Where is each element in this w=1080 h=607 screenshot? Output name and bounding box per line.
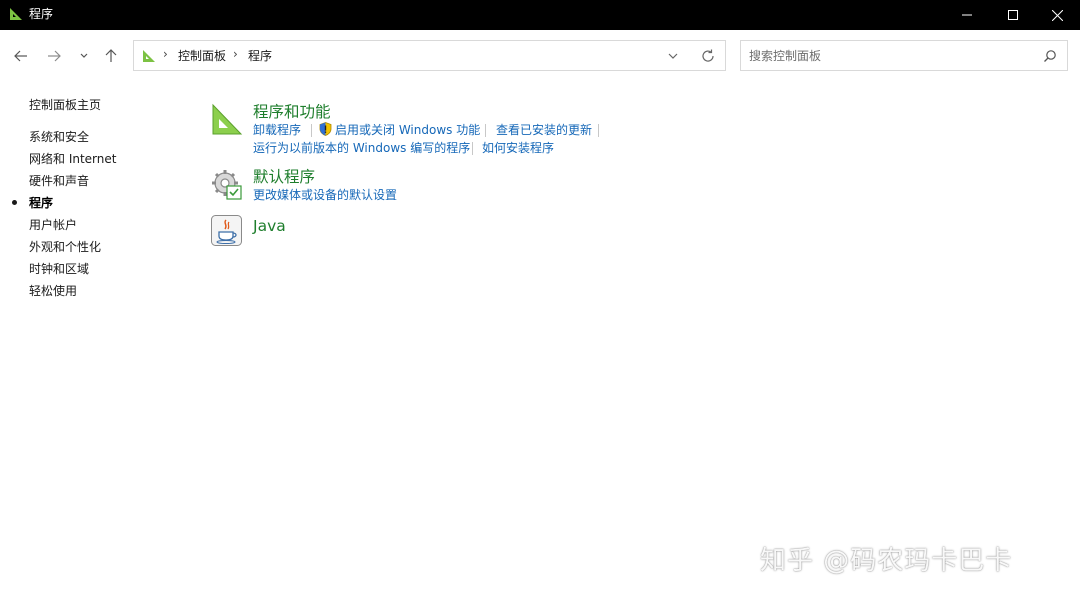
address-bar[interactable]: › 控制面板 › 程序: [133, 40, 726, 71]
sidebar-item-programs[interactable]: 程序: [29, 196, 53, 211]
breadcrumb-separator[interactable]: ›: [233, 47, 238, 61]
search-icon[interactable]: [1043, 49, 1057, 63]
default-programs-icon[interactable]: [210, 168, 244, 202]
programs-features-icon[interactable]: [210, 103, 244, 137]
current-item-indicator: [12, 200, 17, 205]
category-title-programs-features[interactable]: 程序和功能: [253, 103, 331, 121]
java-icon[interactable]: [210, 214, 244, 248]
maximize-button[interactable]: [990, 0, 1036, 30]
breadcrumb-programs[interactable]: 程序: [248, 49, 272, 63]
breadcrumb-separator: ›: [163, 47, 168, 61]
link-uninstall-program[interactable]: 卸载程序: [253, 123, 301, 137]
title-bar: 程序: [0, 0, 1080, 30]
minimize-button[interactable]: [944, 0, 990, 30]
uac-shield-icon: [319, 122, 332, 136]
watermark-text: 知乎 @码农玛卡巴卡: [760, 546, 1013, 576]
link-separator: [311, 124, 312, 137]
control-panel-programs-icon: [143, 50, 155, 62]
link-change-media-defaults[interactable]: 更改媒体或设备的默认设置: [253, 188, 397, 202]
sidebar-item-system-security[interactable]: 系统和安全: [29, 130, 89, 145]
breadcrumb-control-panel[interactable]: 控制面板: [178, 49, 226, 63]
back-button[interactable]: [9, 43, 33, 69]
search-box[interactable]: [740, 40, 1068, 71]
navigation-bar: › 控制面板 › 程序: [0, 30, 1080, 84]
sidebar-item-clock-region[interactable]: 时钟和区域: [29, 262, 89, 277]
recent-locations-button[interactable]: [72, 43, 96, 69]
link-view-installed-updates[interactable]: 查看已安装的更新: [496, 123, 592, 137]
sidebar-item-hardware-sound[interactable]: 硬件和声音: [29, 174, 89, 189]
close-button[interactable]: [1034, 0, 1080, 30]
sidebar-item-control-panel-home[interactable]: 控制面板主页: [29, 98, 101, 113]
category-title-java[interactable]: Java: [253, 217, 286, 235]
category-title-default-programs[interactable]: 默认程序: [253, 168, 315, 186]
search-input[interactable]: [749, 47, 1029, 64]
arrow-right-icon: [48, 50, 61, 62]
link-separator: [598, 124, 599, 137]
window-title: 程序: [29, 7, 54, 21]
close-icon: [1051, 9, 1063, 21]
link-separator: [472, 142, 473, 155]
arrow-left-icon: [14, 50, 27, 62]
chevron-down-icon: [80, 53, 88, 58]
link-separator: [485, 124, 486, 137]
link-windows-features[interactable]: 启用或关闭 Windows 功能: [335, 123, 480, 137]
chevron-down-icon[interactable]: [665, 49, 681, 63]
up-button[interactable]: [99, 43, 123, 69]
sidebar-item-network-internet[interactable]: 网络和 Internet: [29, 152, 116, 167]
link-how-to-install[interactable]: 如何安装程序: [482, 141, 554, 155]
link-compatibility[interactable]: 运行为以前版本的 Windows 编写的程序: [253, 141, 470, 155]
maximize-icon: [1008, 10, 1018, 20]
forward-button[interactable]: [42, 43, 66, 69]
sidebar-item-user-accounts[interactable]: 用户帐户: [29, 218, 77, 233]
minimize-icon: [962, 14, 972, 16]
refresh-icon[interactable]: [700, 48, 716, 64]
arrow-up-icon: [105, 49, 117, 62]
sidebar-item-appearance[interactable]: 外观和个性化: [29, 240, 101, 255]
control-panel-programs-icon: [10, 8, 22, 20]
sidebar-item-ease-of-access[interactable]: 轻松使用: [29, 284, 77, 299]
